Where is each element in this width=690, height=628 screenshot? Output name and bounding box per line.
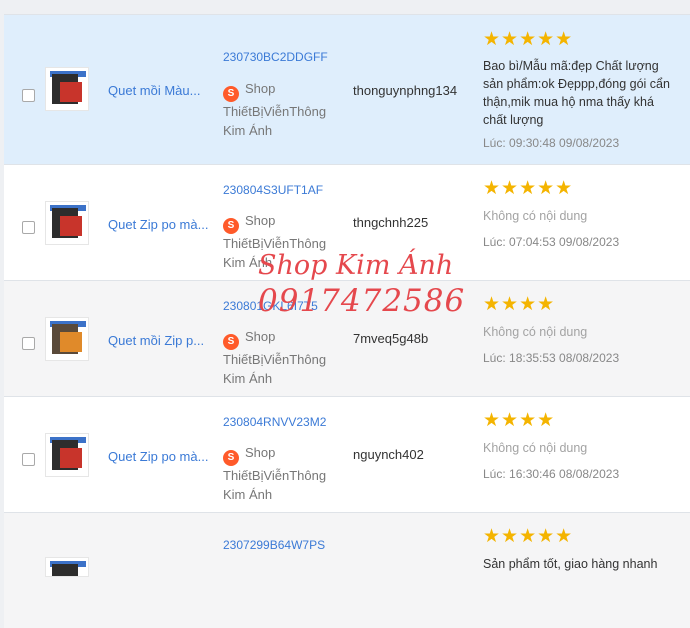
table-row: 2307299B64W7PS ★★★★★ Sản phẩm tốt, giao … [4, 512, 690, 628]
shopee-bag-icon: S [223, 86, 239, 102]
star-rating: ★★★★ [483, 410, 556, 431]
shopee-bag-icon: S [223, 334, 239, 350]
product-name-link[interactable]: Quet Zip po mà... [108, 217, 208, 232]
product-thumbnail[interactable] [45, 557, 89, 577]
review-text: Sản phẩm tốt, giao hàng nhanh [483, 557, 658, 571]
review-timestamp: Lúc: 09:30:48 09/08/2023 [483, 136, 620, 150]
order-id-link[interactable]: 2307299B64W7PS [223, 538, 325, 552]
review-text: Không có nội dung [483, 325, 588, 339]
row-checkbox[interactable] [22, 337, 35, 350]
buyer-username: thonguynphng134 [353, 83, 458, 98]
product-name-link[interactable]: Quet mồi Màu... [108, 83, 208, 98]
order-id-link[interactable]: 230804S3UFT1AF [223, 183, 323, 197]
product-thumbnail[interactable] [45, 433, 89, 477]
review-text: Không có nội dung [483, 209, 588, 223]
product-thumbnail[interactable] [45, 67, 89, 111]
product-thumbnail[interactable] [45, 201, 89, 245]
shop-name: S Shop ThiếtBịViễnThông Kim Ánh [223, 445, 327, 502]
review-timestamp: Lúc: 07:04:53 09/08/2023 [483, 235, 620, 249]
order-id-link[interactable]: 230804RNVV23M2 [223, 415, 326, 429]
row-checkbox[interactable] [22, 221, 35, 234]
buyer-username: 7mveq5g48b [353, 331, 429, 346]
review-timestamp: Lúc: 18:35:53 08/08/2023 [483, 351, 620, 365]
order-id-link[interactable]: 230801GKL6I7T5 [223, 299, 318, 313]
row-checkbox[interactable] [22, 453, 35, 466]
star-rating: ★★★★ [483, 294, 556, 315]
shop-name: S Shop ThiếtBịViễnThông Kim Ánh [223, 329, 327, 386]
shop-name: S Shop ThiếtBịViễnThông Kim Ánh [223, 213, 327, 270]
order-id-link[interactable]: 230730BC2DDGFF [223, 50, 328, 64]
buyer-username: nguynch402 [353, 447, 424, 462]
reviews-table: Quet mồi Màu... 230730BC2DDGFF S Shop Thi… [4, 14, 690, 628]
review-text: Bao bì/Mẫu mã:đẹp Chất lượng sản phẩm:ok… [483, 59, 670, 127]
product-name-link[interactable]: Quet Zip po mà... [108, 449, 208, 464]
shopee-bag-icon: S [223, 450, 239, 466]
star-rating: ★★★★★ [483, 526, 574, 547]
product-name-link[interactable]: Quet mồi Zip p... [108, 333, 208, 348]
shop-name: S Shop ThiếtBịViễnThông Kim Ánh [223, 81, 327, 138]
review-text: Không có nội dung [483, 441, 588, 455]
shopee-bag-icon: S [223, 218, 239, 234]
row-checkbox[interactable] [22, 89, 35, 102]
star-rating: ★★★★★ [483, 29, 574, 50]
buyer-username: thngchnh225 [353, 215, 429, 230]
table-row: Quet mồi Màu... 230730BC2DDGFF S Shop Thi… [4, 14, 690, 164]
review-timestamp: Lúc: 16:30:46 08/08/2023 [483, 467, 620, 481]
table-row: Quet Zip po mà... 230804S3UFT1AF S Shop T… [4, 164, 690, 280]
product-thumbnail[interactable] [45, 317, 89, 361]
table-row: Quet mồi Zip p... 230801GKL6I7T5 S Shop T… [4, 280, 690, 396]
star-rating: ★★★★★ [483, 178, 574, 199]
table-row: Quet Zip po mà... 230804RNVV23M2 S Shop T… [4, 396, 690, 512]
